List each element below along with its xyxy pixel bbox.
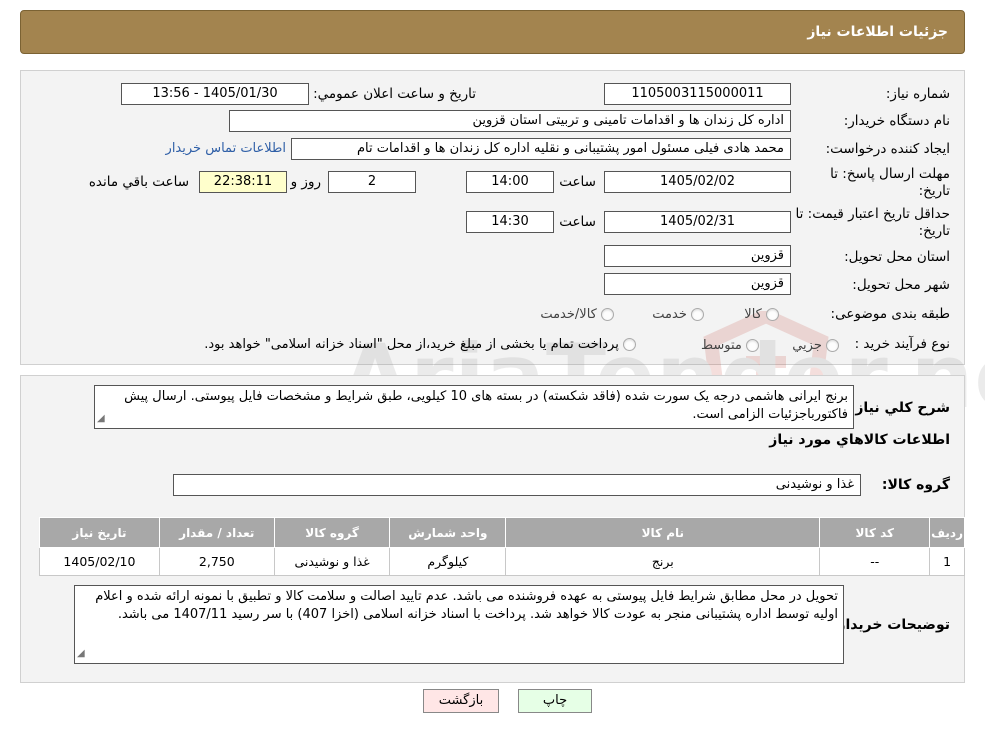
validity-time-field: 14:30 <box>466 211 554 233</box>
col-unit: واحد شمارش <box>389 517 507 548</box>
goods-info-title: اطلاعات کالاهاي مورد نیاز <box>769 432 950 448</box>
buyer-org-label: نام دستگاه خریدار: <box>843 113 950 129</box>
col-row-number: ردیف <box>929 517 965 548</box>
deadline-time-field: 14:00 <box>466 171 554 193</box>
process-medium-label: متوسط <box>701 338 742 353</box>
category-goods-label: کالا <box>744 307 762 322</box>
goods-group-label: گروه کالا: <box>881 477 950 493</box>
deadline-label: مهلت ارسال پاسخ: تا تاریخ: <box>830 166 950 199</box>
remaining-label: ساعت باقي مانده <box>88 174 189 190</box>
cell-item-name: برنج <box>505 547 821 576</box>
need-number-field: 1105003115000011 <box>604 83 791 105</box>
deadline-date-field: 1405/02/02 <box>604 171 791 193</box>
buyer-org-field: اداره کل زندان ها و اقدامات تامینی و ترب… <box>229 110 791 132</box>
days-remaining-field: 2 <box>328 171 416 193</box>
province-field: قزوین <box>604 245 791 267</box>
col-goods-group: گروه کالا <box>273 517 391 548</box>
radio-treasury-note <box>623 338 636 351</box>
description-label: شرح کلي نیاز: <box>849 400 950 416</box>
city-label: شهر محل تحویل: <box>852 277 950 293</box>
goods-table-header: ردیف کد کالا نام کالا واحد شمارش گروه کا… <box>39 517 965 548</box>
goods-table: ردیف کد کالا نام کالا واحد شمارش گروه کا… <box>39 517 965 576</box>
validity-date-field: 1405/02/31 <box>604 211 791 233</box>
payment-note-text: پرداخت تمام یا بخشی از مبلغ خرید،از محل … <box>204 337 619 352</box>
radio-small[interactable] <box>826 339 839 352</box>
process-small-label: جزیي <box>792 338 822 353</box>
buyer-notes-text: تحویل در محل مطابق شرایط فایل پیوستی به … <box>95 589 838 622</box>
resize-handle-icon[interactable]: ◢ <box>97 410 105 428</box>
requester-label: ایجاد کننده درخواست: <box>825 141 950 157</box>
description-text: برنج ایرانی هاشمی درجه یک سورت شده (فاقد… <box>124 389 848 422</box>
cell-goods-group: غذا و نوشیدنی <box>273 547 391 576</box>
announce-date-label: تاریخ و ساعت اعلان عمومي: <box>313 86 476 102</box>
table-row: 1 -- برنج کیلوگرم غذا و نوشیدنی 2,750 14… <box>39 547 965 576</box>
col-item-name: نام کالا <box>505 517 821 548</box>
process-type-label: نوع فرآیند خرید : <box>854 336 950 352</box>
need-details-panel: شرح کلي نیاز: برنج ایرانی هاشمی درجه یک … <box>20 375 965 683</box>
buyer-notes-textarea[interactable]: تحویل در محل مطابق شرایط فایل پیوستی به … <box>74 585 844 664</box>
page-header: جزئیات اطلاعات نیاز <box>20 10 965 54</box>
radio-goods[interactable] <box>766 308 779 321</box>
category-option-goods-service[interactable]: کالا/خدمت <box>540 307 614 322</box>
buyer-contact-link[interactable]: اطلاعات تماس خریدار <box>166 141 286 156</box>
cell-quantity: 2,750 <box>158 547 275 576</box>
process-option-medium[interactable]: متوسط <box>701 338 759 353</box>
description-textarea[interactable]: برنج ایرانی هاشمی درجه یک سورت شده (فاقد… <box>94 385 854 429</box>
col-quantity: تعداد / مقدار <box>158 517 275 548</box>
validity-label: حداقل تاریخ اعتبار قیمت: تا تاریخ: <box>795 206 950 239</box>
category-goods-service-label: کالا/خدمت <box>540 307 597 322</box>
cell-need-date: 1405/02/10 <box>39 547 160 576</box>
radio-goods-service[interactable] <box>601 308 614 321</box>
province-label: استان محل تحویل: <box>844 249 950 265</box>
goods-group-field: غذا و نوشیدنی <box>173 474 861 496</box>
deadline-time-label: ساعت <box>559 174 596 190</box>
back-button[interactable]: بازگشت <box>423 689 499 713</box>
category-option-service[interactable]: خدمت <box>652 307 704 322</box>
radio-medium[interactable] <box>746 339 759 352</box>
radio-service[interactable] <box>691 308 704 321</box>
need-info-panel: AriaTender.neT شماره نیاز: 1105003115000… <box>20 70 985 454</box>
col-need-date: تاریخ نیاز <box>39 517 160 548</box>
validity-time-label: ساعت <box>559 214 596 230</box>
buyer-notes-label: توضیحات خریدار: <box>831 617 950 633</box>
process-option-small[interactable]: جزیي <box>792 338 839 353</box>
cell-unit: کیلوگرم <box>389 547 507 576</box>
print-button[interactable]: چاپ <box>518 689 592 713</box>
remaining-time-field: 22:38:11 <box>199 171 287 193</box>
days-label: روز و <box>290 174 321 190</box>
category-label: طبقه بندی موضوعی: <box>830 306 950 322</box>
requester-field: محمد هادی فیلی مسئول امور پشتیبانی و نقل… <box>291 138 791 160</box>
city-field: قزوین <box>604 273 791 295</box>
announce-date-field: 1405/01/30 - 13:56 <box>121 83 309 105</box>
resize-handle-icon[interactable]: ◢ <box>77 645 85 663</box>
col-item-code: کد کالا <box>819 517 931 548</box>
category-option-goods[interactable]: کالا <box>744 307 779 322</box>
cell-row-number: 1 <box>929 547 965 576</box>
need-number-label: شماره نیاز: <box>885 86 950 102</box>
page-title: جزئیات اطلاعات نیاز <box>807 24 948 40</box>
cell-item-code: -- <box>819 547 931 576</box>
category-service-label: خدمت <box>652 307 687 322</box>
payment-note: پرداخت تمام یا بخشی از مبلغ خرید،از محل … <box>204 337 636 352</box>
